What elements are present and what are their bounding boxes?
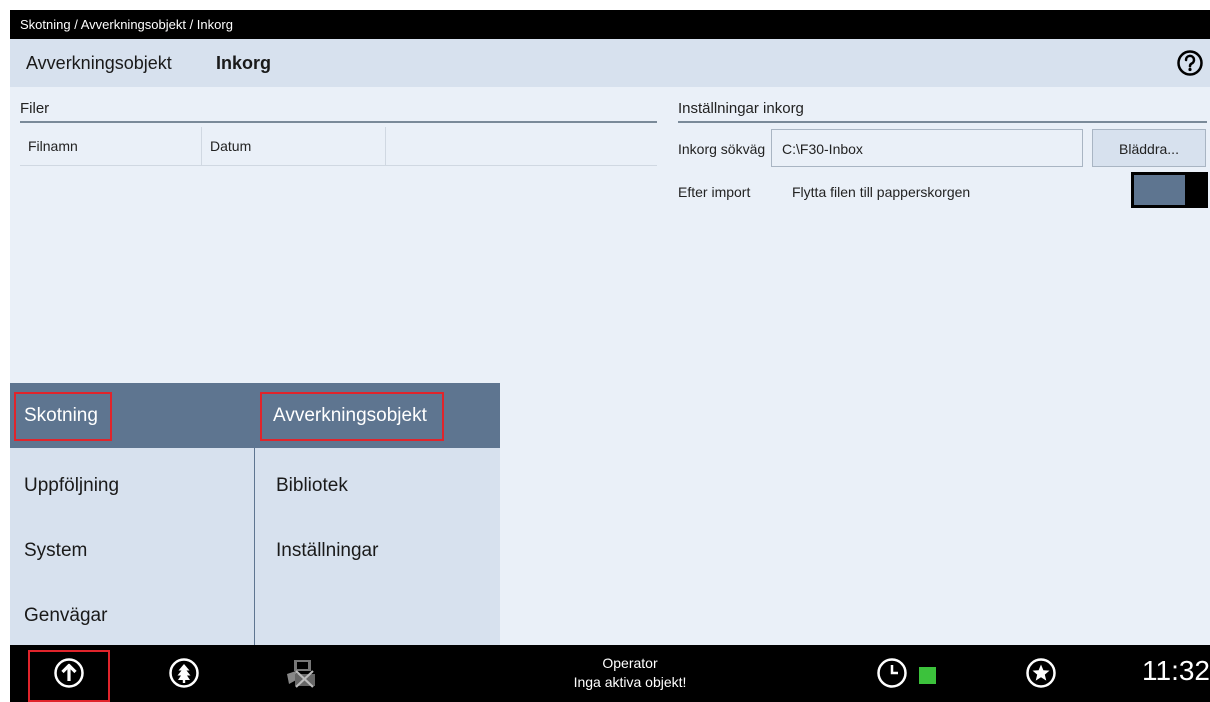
menu-item-system[interactable]: System (24, 540, 87, 562)
browse-button[interactable]: Bläddra... (1092, 129, 1206, 167)
star-circle-icon[interactable] (1025, 657, 1057, 689)
menu-item-genvagar[interactable]: Genvägar (24, 605, 107, 627)
top-navigation: Avverkningsobjekt Inkorg (10, 39, 1210, 87)
clock-time: 11:32 (1142, 655, 1210, 686)
files-divider (20, 121, 657, 123)
tab-avverkningsobjekt[interactable]: Avverkningsobjekt (26, 39, 172, 87)
tree-circle-icon[interactable] (168, 657, 200, 689)
after-import-label: Efter import (678, 184, 751, 200)
column-header-datum[interactable]: Datum (202, 127, 386, 165)
inbox-path-field[interactable]: C:\F30-Inbox (771, 129, 1083, 167)
status-indicator (919, 667, 936, 684)
toggle-track (1134, 175, 1185, 205)
bottom-bar: Operator Inga aktiva objekt! 11:32 (10, 645, 1210, 702)
menu-item-avverkningsobjekt[interactable]: Avverkningsobjekt (273, 405, 427, 427)
settings-divider (678, 121, 1207, 123)
after-import-value: Flytta filen till papperskorgen (792, 184, 971, 200)
machine-disconnected-icon[interactable] (283, 657, 319, 689)
breadcrumb: Skotning / Avverkningsobjekt / Inkorg (10, 10, 1210, 39)
menu-item-bibliotek[interactable]: Bibliotek (276, 475, 348, 497)
inbox-path-label: Inkorg sökväg (678, 141, 766, 157)
menu-item-skotning[interactable]: Skotning (24, 405, 98, 427)
files-table-header: Filnamn Datum (20, 127, 657, 166)
active-object-status: Inga aktiva objekt! (573, 674, 687, 690)
tab-inkorg[interactable]: Inkorg (216, 39, 271, 87)
app-window: Skotning / Avverkningsobjekt / Inkorg Av… (10, 10, 1210, 702)
settings-title: Inställningar inkorg (678, 100, 804, 117)
menu-item-uppfoljning[interactable]: Uppföljning (24, 475, 119, 497)
column-header-empty (386, 127, 657, 165)
operator-label: Operator (602, 655, 658, 671)
help-icon[interactable] (1176, 49, 1204, 77)
operator-status: Operator Inga aktiva objekt! (510, 654, 750, 692)
menu-item-installningar[interactable]: Inställningar (276, 540, 378, 562)
main-menu: Skotning Avverkningsobjekt Uppföljning S… (10, 383, 500, 645)
arrow-up-circle-icon[interactable] (53, 657, 85, 689)
after-import-toggle[interactable] (1131, 172, 1208, 208)
clock-icon[interactable] (876, 657, 908, 689)
column-header-filnamn[interactable]: Filnamn (20, 127, 202, 165)
files-title: Filer (20, 100, 50, 117)
